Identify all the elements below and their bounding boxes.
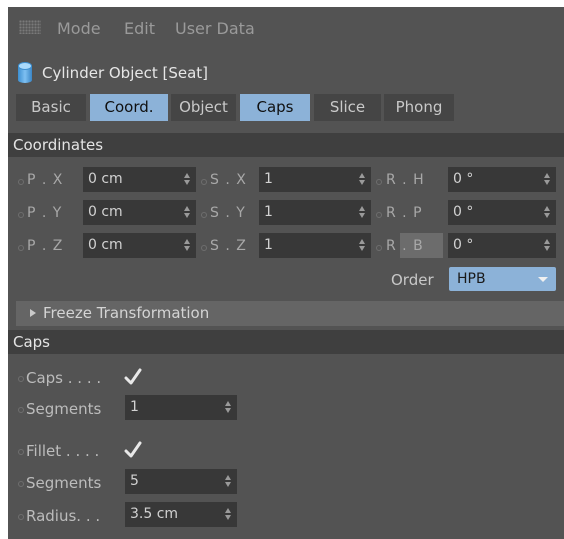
pos-y-value: 0 cm (88, 204, 123, 220)
tab-slice[interactable]: Slice (314, 94, 381, 121)
rot-p-field[interactable]: 0 ° (448, 200, 556, 225)
tab-basic[interactable]: Basic (16, 94, 86, 121)
fillet-segments-field[interactable]: 5 (125, 469, 237, 494)
label-pos-y: P . Y (27, 205, 63, 221)
menu-user-data[interactable]: User Data (175, 19, 255, 38)
pos-y-field[interactable]: 0 cm (83, 200, 196, 225)
freeze-label: Freeze Transformation (43, 304, 210, 322)
cylinder-icon (18, 62, 32, 86)
label-scale-y: S . Y (210, 205, 246, 221)
keyframe-dot[interactable] (18, 407, 24, 413)
menu-mode[interactable]: Mode (57, 19, 101, 38)
spinner-icon[interactable] (544, 173, 550, 186)
menu-bar: Mode Edit User Data (8, 7, 564, 49)
label-scale-x: S . X (210, 172, 247, 188)
menu-edit[interactable]: Edit (124, 19, 155, 38)
radius-field[interactable]: 3.5 cm (125, 502, 237, 527)
keyframe-dot[interactable] (18, 449, 24, 455)
grip-icon[interactable] (19, 20, 41, 34)
chevron-down-icon (538, 277, 548, 282)
scale-z-value: 1 (264, 237, 273, 253)
fillet-segments-value: 5 (130, 473, 139, 489)
rot-h-field[interactable]: 0 ° (448, 167, 556, 192)
spinner-icon[interactable] (359, 173, 365, 186)
scale-x-value: 1 (264, 171, 273, 187)
spinner-icon[interactable] (225, 475, 231, 488)
pos-z-value: 0 cm (88, 237, 123, 253)
expand-arrow-icon (30, 309, 36, 317)
segments-label: Segments (26, 400, 102, 418)
tab-caps[interactable]: Caps (240, 94, 310, 121)
keyframe-dot[interactable] (18, 212, 24, 218)
keyframe-dot[interactable] (201, 245, 207, 251)
spinner-icon[interactable] (544, 239, 550, 252)
spinner-icon[interactable] (544, 206, 550, 219)
object-title-row: Cylinder Object [Seat] (8, 59, 564, 89)
rot-b-value: 0 ° (453, 237, 474, 253)
rot-h-value: 0 ° (453, 171, 474, 187)
spinner-icon[interactable] (225, 508, 231, 521)
spinner-icon[interactable] (184, 173, 190, 186)
label-rot-h: R . H (386, 172, 425, 188)
fillet-label: Fillet . . . . (26, 442, 100, 460)
keyframe-dot[interactable] (376, 179, 382, 185)
pos-z-field[interactable]: 0 cm (83, 233, 196, 258)
spinner-icon[interactable] (184, 239, 190, 252)
order-value: HPB (457, 271, 486, 287)
caps-checkbox[interactable] (123, 367, 143, 387)
caps-label: Caps . . . . (26, 369, 102, 387)
radius-label: Radius. . . (26, 507, 101, 525)
keyframe-dot[interactable] (18, 514, 24, 520)
freeze-transformation-toggle[interactable]: Freeze Transformation (16, 301, 564, 326)
caps-header[interactable]: Caps (8, 330, 564, 354)
keyframe-dot[interactable] (201, 212, 207, 218)
label-rot-b: R . B (386, 238, 424, 254)
rot-b-field[interactable]: 0 ° (448, 233, 556, 258)
tab-object[interactable]: Object (171, 94, 236, 121)
spinner-icon[interactable] (359, 239, 365, 252)
order-label: Order (391, 271, 434, 289)
keyframe-dot[interactable] (18, 245, 24, 251)
segments-field[interactable]: 1 (125, 395, 237, 420)
label-pos-z: P . Z (27, 238, 64, 254)
scale-z-field[interactable]: 1 (259, 233, 371, 258)
fillet-segments-label: Segments (26, 474, 102, 492)
scale-x-field[interactable]: 1 (259, 167, 371, 192)
tab-coord[interactable]: Coord. (90, 94, 168, 121)
keyframe-dot[interactable] (18, 481, 24, 487)
keyframe-dot[interactable] (18, 179, 24, 185)
object-title: Cylinder Object [Seat] (42, 64, 209, 82)
coordinates-header[interactable]: Coordinates (8, 133, 564, 157)
pos-x-field[interactable]: 0 cm (83, 167, 196, 192)
spinner-icon[interactable] (225, 401, 231, 414)
attribute-manager-panel: Mode Edit User Data Cylinder Object [Sea… (8, 7, 564, 539)
rot-p-value: 0 ° (453, 204, 474, 220)
label-pos-x: P . X (27, 172, 64, 188)
keyframe-dot[interactable] (376, 245, 382, 251)
keyframe-dot[interactable] (376, 212, 382, 218)
tab-phong[interactable]: Phong (384, 94, 454, 121)
segments-value: 1 (130, 399, 139, 415)
label-scale-z: S . Z (210, 238, 247, 254)
radius-value: 3.5 cm (130, 506, 179, 522)
scale-y-value: 1 (264, 204, 273, 220)
order-dropdown[interactable]: HPB (449, 267, 556, 291)
keyframe-dot[interactable] (18, 376, 24, 382)
spinner-icon[interactable] (359, 206, 365, 219)
spinner-icon[interactable] (184, 206, 190, 219)
label-rot-p: R . P (386, 205, 423, 221)
pos-x-value: 0 cm (88, 171, 123, 187)
scale-y-field[interactable]: 1 (259, 200, 371, 225)
fillet-checkbox[interactable] (123, 440, 143, 460)
keyframe-dot[interactable] (201, 179, 207, 185)
